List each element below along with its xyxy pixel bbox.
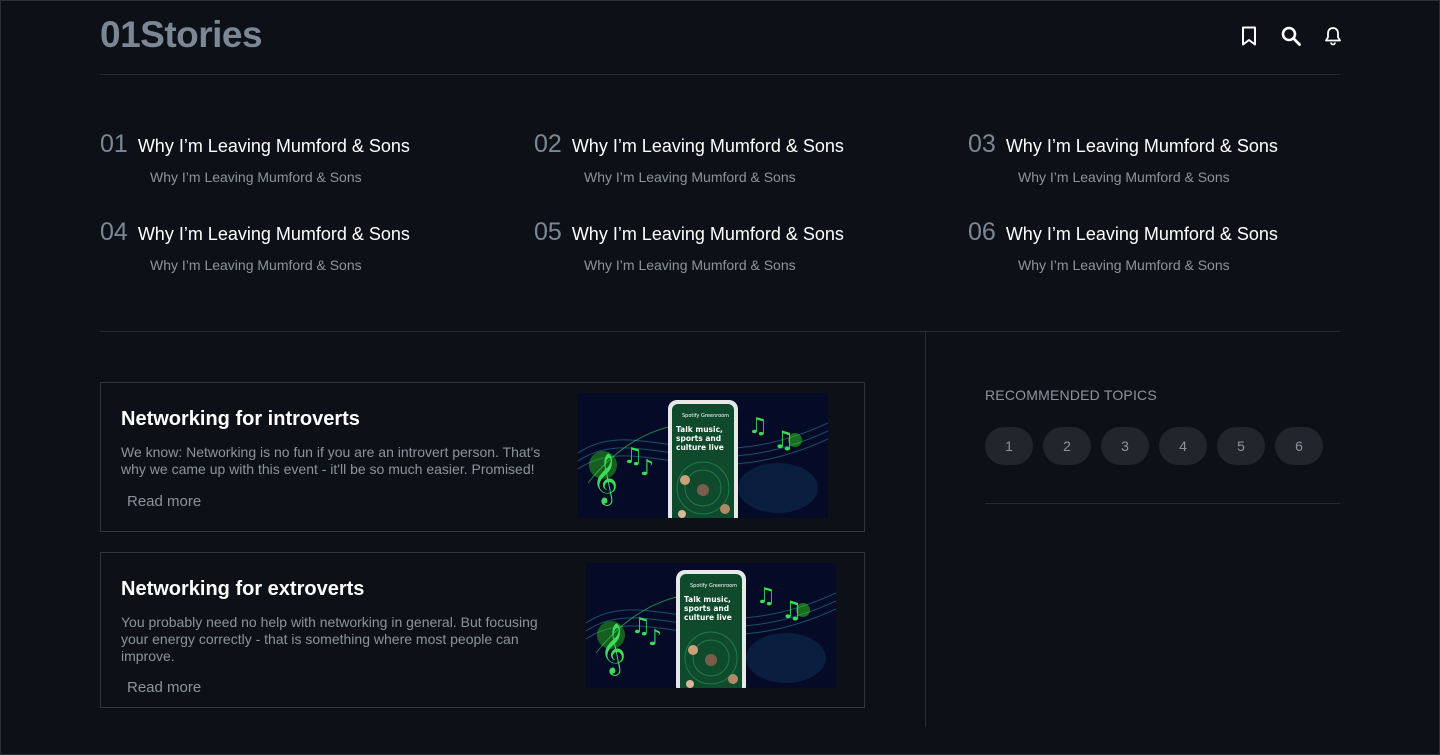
search-icon[interactable] (1280, 24, 1302, 48)
trending-title[interactable]: Why I’m Leaving Mumford & Sons (138, 136, 410, 157)
read-more-link[interactable]: Read more (127, 493, 201, 510)
trending-title[interactable]: Why I’m Leaving Mumford & Sons (138, 224, 410, 245)
phone-text-line: sports and (676, 434, 721, 443)
article-description: You probably need no help with networkin… (121, 614, 538, 664)
svg-text:♪: ♪ (640, 456, 654, 481)
trending-subtitle: Why I’m Leaving Mumford & Sons (1018, 169, 1230, 185)
trending-number: 03 (968, 130, 996, 158)
trending-subtitle: Why I’m Leaving Mumford & Sons (584, 169, 796, 185)
trending-title[interactable]: Why I’m Leaving Mumford & Sons (1006, 224, 1278, 245)
trending-number: 06 (968, 218, 996, 246)
trending-title[interactable]: Why I’m Leaving Mumford & Sons (572, 136, 844, 157)
trending-title[interactable]: Why I’m Leaving Mumford & Sons (1006, 136, 1278, 157)
trending-number: 02 (534, 130, 562, 158)
topic-pill[interactable]: 4 (1159, 427, 1207, 465)
trending-item[interactable]: 04 Why I’m Leaving Mumford & Sons Why I’m… (100, 218, 410, 273)
header-actions (1238, 24, 1344, 48)
phone-brand-text: Spotify Greenroom (690, 583, 737, 589)
article-title[interactable]: Networking for introverts (121, 408, 360, 431)
trending-item[interactable]: 05 Why I’m Leaving Mumford & Sons Why I’m… (534, 218, 844, 273)
trending-title[interactable]: Why I’m Leaving Mumford & Sons (572, 224, 844, 245)
topic-pill[interactable]: 3 (1101, 427, 1149, 465)
read-more-link[interactable]: Read more (127, 679, 201, 696)
phone-text-line: sports and (684, 604, 729, 613)
phone-brand-text: Spotify Greenroom (682, 413, 729, 419)
phone-text-line: culture live (684, 613, 732, 622)
trending-number: 01 (100, 130, 128, 158)
phone-text-line: culture live (676, 443, 724, 452)
svg-text:𝄞: 𝄞 (600, 623, 626, 676)
trending-item[interactable]: 02 Why I’m Leaving Mumford & Sons Why I’m… (534, 130, 844, 185)
column-divider (925, 332, 926, 727)
section-divider (100, 331, 1340, 332)
trending-number: 04 (100, 218, 128, 246)
trending-subtitle: Why I’m Leaving Mumford & Sons (150, 169, 362, 185)
phone-text-line: Talk music, (676, 425, 723, 434)
topic-pill[interactable]: 5 (1217, 427, 1265, 465)
article-image[interactable]: 𝄞 ♫ ♪ ♫ ♫ Spotify Greenroom Talk music, … (586, 563, 836, 688)
article-description: We know: Networking is no fun if you are… (121, 444, 541, 477)
trending-subtitle: Why I’m Leaving Mumford & Sons (1018, 257, 1230, 273)
header-divider (100, 74, 1340, 75)
article-card[interactable]: Networking for extroverts You probably n… (100, 552, 865, 708)
svg-text:𝄞: 𝄞 (592, 453, 618, 506)
topic-list: 1 2 3 4 5 6 (985, 427, 1323, 465)
trending-number: 05 (534, 218, 562, 246)
article-title[interactable]: Networking for extroverts (121, 578, 364, 601)
topic-pill[interactable]: 2 (1043, 427, 1091, 465)
svg-text:♫: ♫ (748, 414, 768, 439)
site-logo[interactable]: 01Stories (100, 14, 263, 56)
bell-icon[interactable] (1322, 24, 1344, 48)
svg-text:♫: ♫ (756, 584, 776, 609)
article-card[interactable]: Networking for introverts We know: Netwo… (100, 382, 865, 532)
trending-subtitle: Why I’m Leaving Mumford & Sons (150, 257, 362, 273)
bookmark-icon[interactable] (1238, 24, 1260, 48)
phone-text-line: Talk music, (684, 595, 731, 604)
topic-pill[interactable]: 6 (1275, 427, 1323, 465)
trending-item[interactable]: 01 Why I’m Leaving Mumford & Sons Why I’m… (100, 130, 410, 185)
trending-item[interactable]: 03 Why I’m Leaving Mumford & Sons Why I’m… (968, 130, 1278, 185)
trending-item[interactable]: 06 Why I’m Leaving Mumford & Sons Why I’m… (968, 218, 1278, 273)
sidebar-divider (985, 503, 1340, 504)
article-image[interactable]: 𝄞 ♫ ♪ ♫ ♫ Spotify Greenroom Talk music, … (578, 393, 828, 518)
topic-pill[interactable]: 1 (985, 427, 1033, 465)
svg-text:♪: ♪ (648, 626, 662, 651)
trending-subtitle: Why I’m Leaving Mumford & Sons (584, 257, 796, 273)
recommended-topics-label: RECOMMENDED TOPICS (985, 387, 1157, 403)
